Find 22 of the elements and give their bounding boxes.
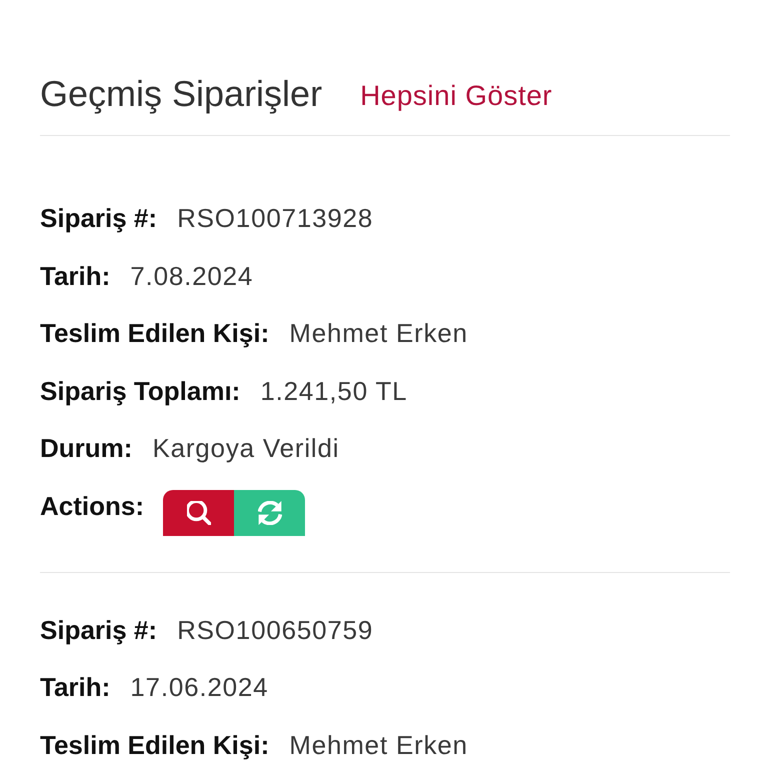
refresh-icon	[258, 500, 282, 524]
field-label: Teslim Edilen Kişi:	[40, 318, 270, 350]
field-value: 7.08.2024	[130, 260, 254, 292]
field-value: Mehmet Erken	[289, 730, 468, 761]
search-icon	[186, 500, 210, 524]
field-label: Sipariş #:	[40, 614, 158, 646]
section-title: Geçmiş Siparişler	[40, 73, 322, 115]
field-value: 1.241,50 TL	[260, 376, 408, 407]
actions-label: Actions:	[40, 490, 144, 522]
show-all-link[interactable]: Hepsini Göster	[360, 80, 552, 112]
field-label: Durum:	[40, 433, 132, 464]
field-label: Sipariş #:	[40, 203, 158, 234]
field-value: 17.06.2024	[130, 672, 268, 704]
field-label: Tarih:	[40, 672, 110, 704]
field-label: Tarih:	[40, 260, 110, 292]
field-value: Mehmet Erken	[289, 318, 468, 350]
field-value: Kargoya Verildi	[152, 433, 340, 464]
field-value: RSO100650759	[177, 614, 374, 646]
field-label: Teslim Edilen Kişi:	[40, 730, 270, 761]
field-label: Sipariş Toplamı:	[40, 376, 240, 407]
search-button[interactable]	[163, 490, 234, 536]
field-value: RSO100713928	[177, 203, 374, 234]
